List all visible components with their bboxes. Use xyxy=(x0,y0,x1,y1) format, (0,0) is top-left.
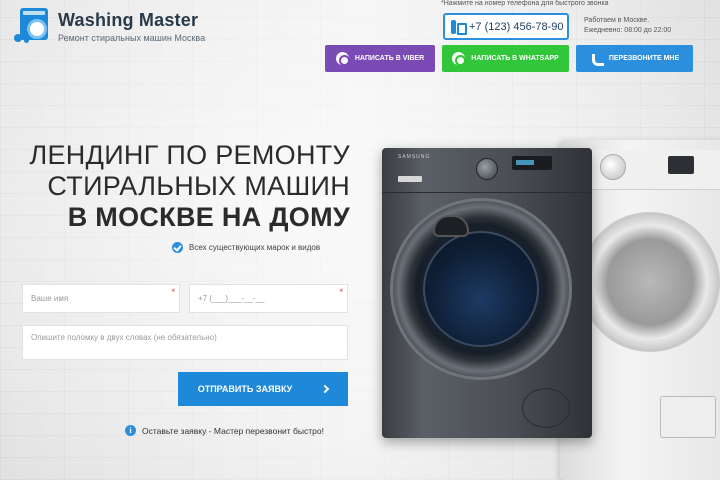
page-title: ЛЕНДИНГ ПО РЕМОНТУ СТИРАЛЬНЫХ МАШИН В МО… xyxy=(20,140,350,233)
info-icon: i xyxy=(125,425,136,436)
work-hours: Работаем в Москве. Ежедневно: 08:00 до 2… xyxy=(584,16,671,36)
title-line-2: СТИРАЛЬНЫХ МАШИН xyxy=(47,171,350,201)
whatsapp-icon xyxy=(452,52,467,66)
phone-number: +7 (123) 456-78-90 xyxy=(469,20,564,33)
message-placeholder: Опишите поломку в двух словах (не обязат… xyxy=(31,333,217,342)
viber-button[interactable]: Написать в Viber xyxy=(325,45,435,72)
required-mark: * xyxy=(339,287,343,297)
chevron-right-icon xyxy=(321,384,330,394)
form-hint-text: Оставьте заявку - Мастер перезвонит быст… xyxy=(142,425,324,436)
form-hint: i Оставьте заявку - Мастер перезвонит бы… xyxy=(125,425,324,436)
name-placeholder: Ваше имя xyxy=(31,294,69,303)
phone-link[interactable]: +7 (123) 456-78-90 xyxy=(443,13,569,40)
washing-machine-logo-icon xyxy=(12,6,52,48)
brands-text: Всех существующих марок и видов xyxy=(189,243,321,252)
message-textarea[interactable]: Опишите поломку в двух словах (не обязат… xyxy=(22,325,348,360)
callback-button-label: Перезвоните мне xyxy=(608,55,680,62)
logo-subtitle: Ремонт стиральных машин Москва xyxy=(58,33,206,43)
logo-title: Washing Master xyxy=(58,10,199,30)
viber-button-label: Написать в Viber xyxy=(354,55,425,62)
phone-note: *Нажмите на номер телефона для быстрого … xyxy=(441,0,609,7)
required-mark: * xyxy=(171,287,175,297)
callback-button[interactable]: Перезвоните мне xyxy=(576,45,693,72)
phone-handset-icon xyxy=(590,52,604,66)
machine-brand: SAMSUNG xyxy=(398,154,431,160)
logo[interactable]: Washing Master Ремонт стиральных машин М… xyxy=(12,6,205,48)
check-icon xyxy=(172,242,183,253)
phone-input[interactable]: +7 (___)___-__-__ * xyxy=(189,284,348,313)
gray-washing-machine-image: SAMSUNG xyxy=(382,148,592,438)
submit-button[interactable]: Отправить заявку xyxy=(178,372,348,406)
viber-icon xyxy=(335,52,350,66)
whatsapp-button-label: Написать в WhatsApp xyxy=(471,55,559,62)
brands-feature: Всех существующих марок и видов xyxy=(172,242,320,253)
whatsapp-button[interactable]: Написать в WhatsApp xyxy=(442,45,569,72)
phone-placeholder: +7 (___)___-__-__ xyxy=(198,294,265,303)
title-line-1: ЛЕНДИНГ ПО РЕМОНТУ xyxy=(29,140,350,170)
name-input[interactable]: Ваше имя * xyxy=(22,284,180,313)
submit-button-label: Отправить заявку xyxy=(197,384,293,394)
work-hours-line1: Работаем в Москве. xyxy=(584,17,650,24)
title-line-3: В МОСКВЕ НА ДОМУ xyxy=(67,202,350,232)
phone-icon xyxy=(451,19,467,35)
work-hours-line2: Ежедневно: 08:00 до 22:00 xyxy=(584,27,672,34)
